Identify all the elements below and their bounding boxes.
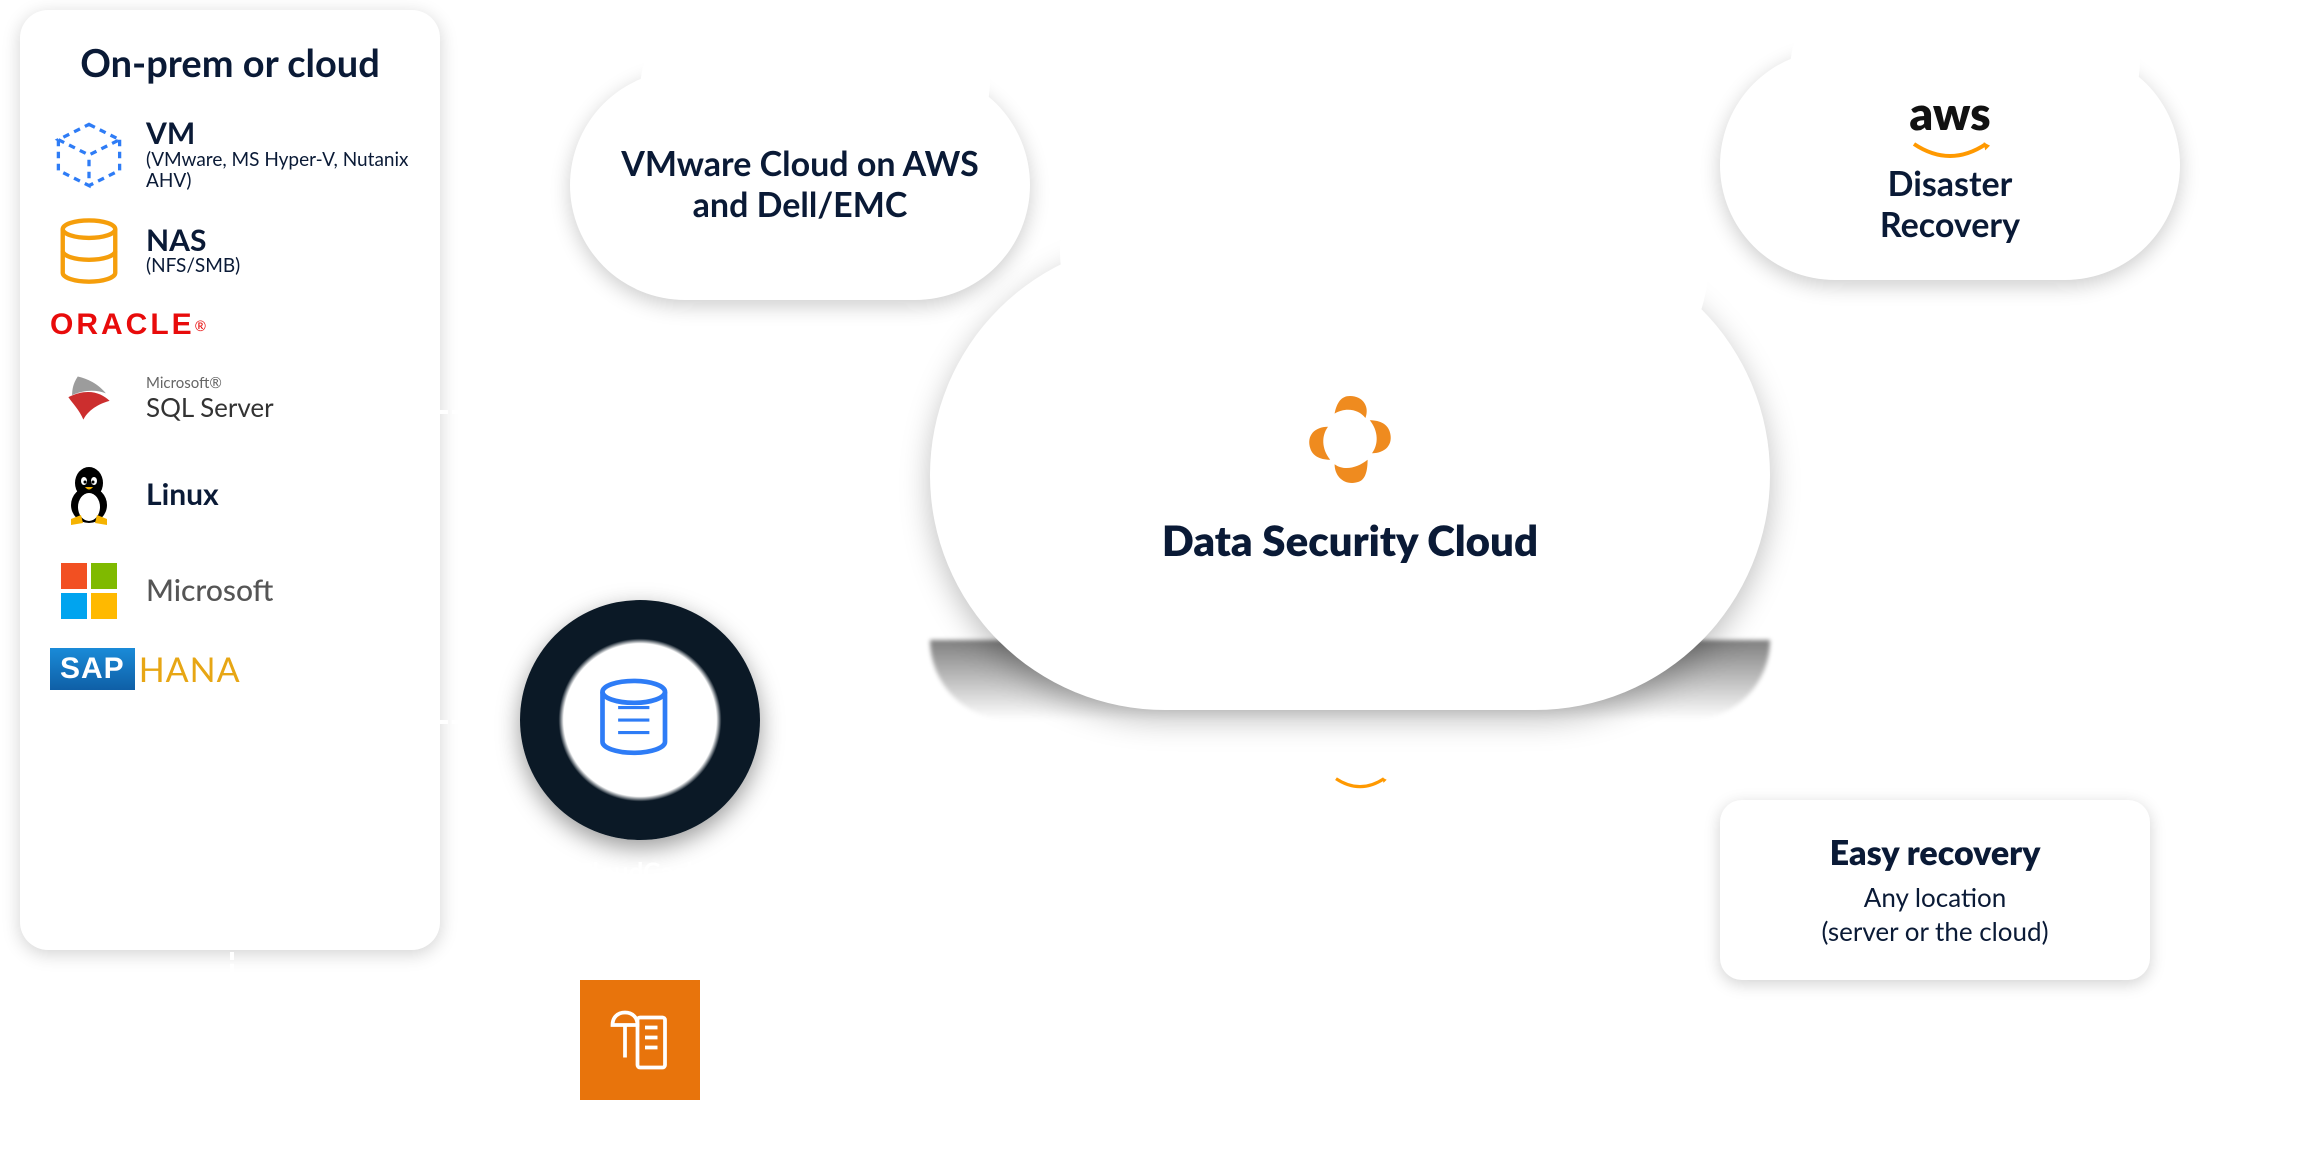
- onprem-panel: On-prem or cloud VM (VMware, MS Hyper-V,…: [20, 10, 440, 950]
- linux-title: Linux: [146, 479, 219, 511]
- aws-smile-icon: [1325, 776, 1395, 792]
- onprem-item-vm: VM (VMware, MS Hyper-V, Nutanix AHV): [50, 116, 410, 194]
- connector: [230, 952, 234, 1042]
- sqlserver-icon: [50, 360, 128, 438]
- oracle-logo: ORACLE: [50, 308, 195, 342]
- easy-line1: Any location: [1864, 881, 2006, 913]
- dsc-title: Data Security Cloud: [1162, 515, 1538, 565]
- aws-smile-icon: [1905, 140, 1995, 164]
- vmware-line1: VMware Cloud on AWS: [621, 144, 979, 185]
- outposts-icon: [600, 1000, 680, 1080]
- arrow-icon: [1028, 151, 1044, 171]
- onprem-item-linux: Linux: [50, 456, 410, 534]
- outposts-label: Amazon Outposts: [570, 1108, 720, 1161]
- aws-wordmark: aws: [1333, 740, 1386, 776]
- dr-line2: Recovery: [1880, 205, 2020, 246]
- easy-title: Easy recovery: [1830, 832, 2041, 873]
- vm-title: VM: [146, 118, 410, 150]
- onprem-item-nas: NAS (NFS/SMB): [50, 212, 410, 290]
- label-no-hw-sw: No hardware. No software.: [465, 445, 795, 479]
- powered-prefix: powered by: [1190, 752, 1315, 781]
- cloud-disaster-recovery: aws Disaster Recovery: [1720, 50, 2180, 280]
- architecture-diagram: On-prem or cloud VM (VMware, MS Hyper-V,…: [0, 0, 2316, 1110]
- tux-icon: [50, 456, 128, 534]
- connector-cache-right: [760, 720, 950, 724]
- easy-recovery-box: Easy recovery Any location (server or th…: [1720, 800, 2150, 980]
- cloudcache-node: [520, 600, 760, 840]
- cloudcache-label: CloudCache (optional): [550, 855, 740, 911]
- database-icon: [50, 212, 128, 290]
- connector: [1570, 890, 1720, 894]
- vmware-line2: and Dell/EMC: [693, 185, 908, 226]
- amazon-outposts-node: [580, 980, 700, 1100]
- druva-knot-icon: [1295, 385, 1405, 495]
- cloud-vmware: VMware Cloud on AWS and Dell/EMC: [570, 70, 1030, 300]
- label-lan-speed: LAN-speed RPO/RTO: [545, 530, 745, 595]
- sqlserver-prefix: Microsoft®: [146, 375, 274, 392]
- cloudcache-title: CloudCache: [550, 855, 740, 887]
- easy-line2: (server or the cloud): [1821, 915, 2048, 947]
- connector: [1570, 720, 1574, 890]
- microsoft-icon: [50, 552, 128, 630]
- nas-title: NAS: [146, 225, 240, 257]
- sap-hana-logo: SAPHANA: [50, 648, 241, 690]
- cloudcache-sub: (optional): [550, 887, 740, 911]
- onprem-item-sap: SAPHANA: [50, 648, 410, 690]
- onprem-item-sqlserver: Microsoft® SQL Server: [50, 360, 410, 438]
- vm-sub: (VMware, MS Hyper-V, Nutanix AHV): [146, 150, 410, 192]
- label-direct-to-cloud: Direct to cloud: [510, 365, 693, 399]
- arrow-icon: [945, 711, 961, 731]
- aws-logo: aws: [1909, 85, 1990, 140]
- onprem-title: On-prem or cloud: [50, 40, 410, 86]
- connector: [700, 1040, 1200, 1044]
- microsoft-title: Microsoft: [146, 575, 273, 607]
- connector: [230, 1040, 580, 1044]
- powered-by-aws: powered by aws: [1190, 740, 1395, 792]
- sqlserver-title: SQL Server: [146, 391, 274, 423]
- onprem-item-oracle: ORACLE®: [50, 308, 410, 342]
- cache-db-icon: [590, 670, 690, 770]
- cloud-data-security: Data Security Cloud: [930, 240, 1770, 710]
- onprem-item-microsoft: Microsoft: [50, 552, 410, 630]
- connector-cache-left: [440, 720, 530, 724]
- dr-line1: Disaster: [1888, 164, 2013, 205]
- nas-sub: (NFS/SMB): [146, 256, 240, 277]
- cube-icon: [50, 116, 128, 194]
